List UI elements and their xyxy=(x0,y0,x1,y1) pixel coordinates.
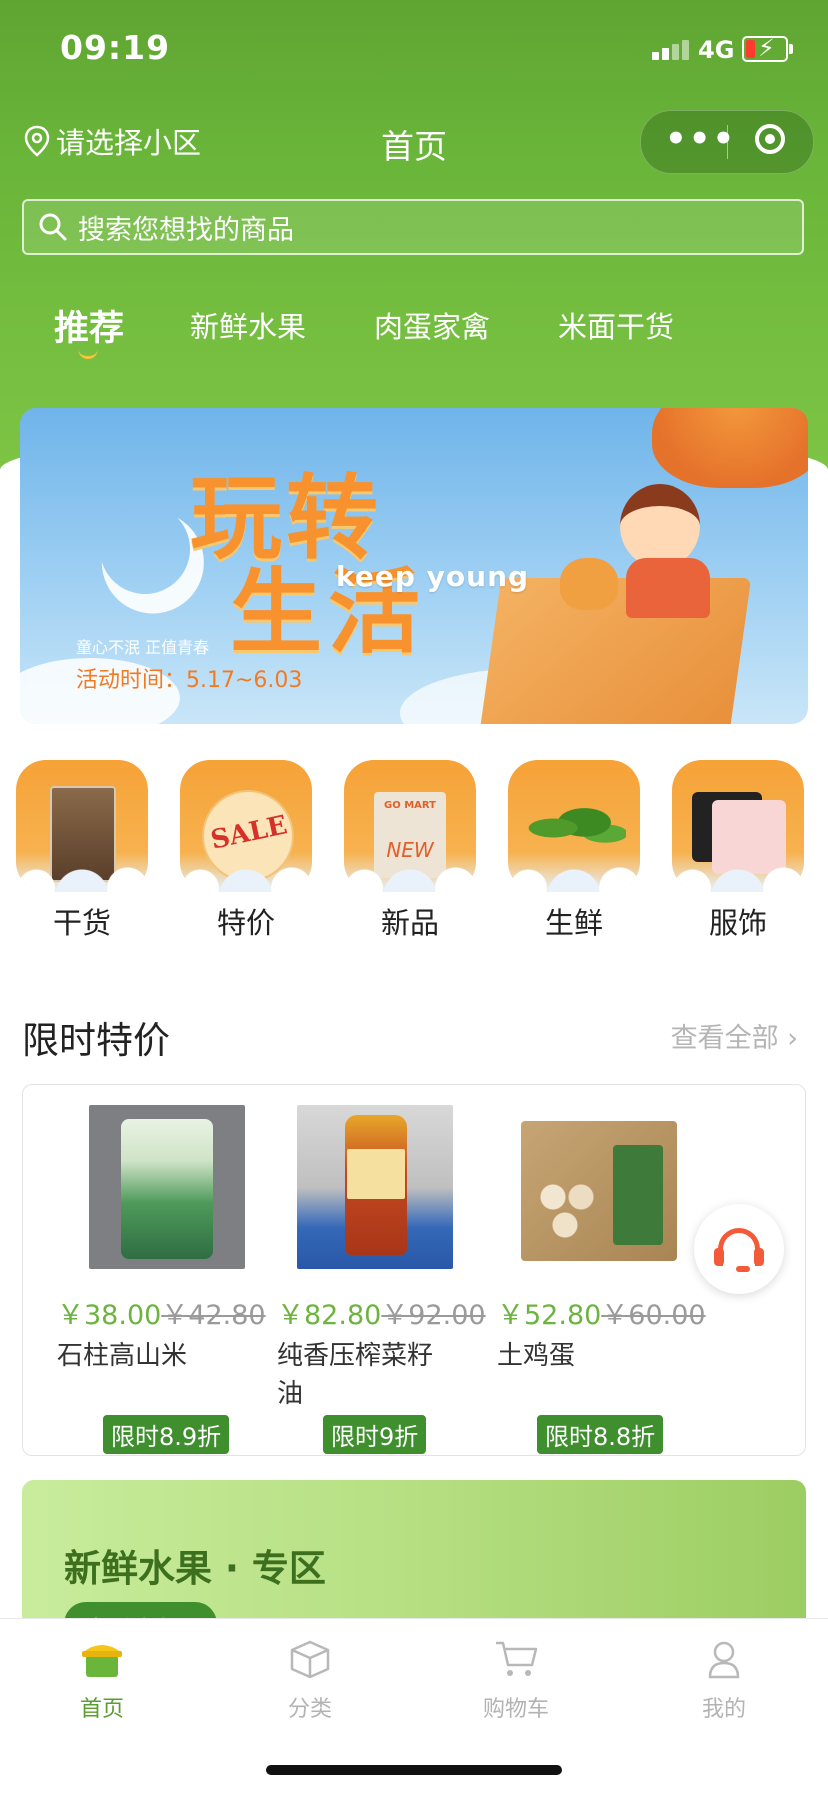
flash-sale-title: 限时特价 xyxy=(22,1019,170,1062)
tab-fresh-fruit[interactable]: 新鲜水果 xyxy=(190,304,306,346)
category-label: 生鲜 xyxy=(544,906,603,940)
headset-ear xyxy=(754,1248,764,1266)
cat-illustration xyxy=(560,558,618,610)
tab-grains[interactable]: 米面干货 xyxy=(558,304,674,346)
tabbar-profile[interactable]: 我的 xyxy=(664,1639,784,1723)
status-time: 09:19 xyxy=(60,28,171,67)
sale-tag-icon: SALE xyxy=(180,760,312,892)
network-type: 4G xyxy=(698,36,735,64)
dried-goods-icon xyxy=(16,760,148,892)
search-placeholder: 搜索您想找的商品 xyxy=(78,214,294,246)
battery-icon: ⚡ xyxy=(742,34,793,62)
bag-text: GO MART xyxy=(384,800,436,811)
category-grid: 干货 SALE 特价 GO MART NEW 新品 生鲜 服饰 xyxy=(0,760,828,940)
tshirt-icon xyxy=(672,760,804,892)
signal-icon xyxy=(652,38,689,60)
category-label: 特价 xyxy=(216,906,275,940)
headset-ear xyxy=(714,1248,724,1266)
category-dried-goods[interactable]: 干货 xyxy=(16,760,148,942)
product-image xyxy=(89,1105,245,1269)
active-tab-indicator xyxy=(78,346,98,359)
tab-recommend[interactable]: 推荐 xyxy=(54,300,125,359)
tabbar-label: 首页 xyxy=(79,1697,124,1722)
status-bar: 09:19 4G ⚡ xyxy=(0,0,828,100)
flash-sale-card: ￥38.00￥42.80 石柱高山米 限时8.9折 ￥82.80￥92.00 纯… xyxy=(22,1084,806,1456)
product-name: 纯香压榨菜籽油 xyxy=(277,1341,434,1409)
banner-subtitle: 童心不泯 正值青春 xyxy=(76,638,210,657)
box-icon xyxy=(288,1639,332,1679)
new-bag-icon: GO MART NEW xyxy=(344,760,476,892)
old-price: ￥42.80 xyxy=(161,1300,266,1331)
product-price: ￥38.00￥42.80 xyxy=(57,1293,266,1332)
customer-service-button[interactable] xyxy=(694,1204,784,1294)
banner-headline-2: 生活 xyxy=(230,558,427,666)
miniapp-capsule: ••• xyxy=(640,110,814,174)
current-price: ￥82.80 xyxy=(277,1300,382,1331)
new-text: NEW xyxy=(386,838,434,862)
current-price: ￥52.80 xyxy=(497,1300,602,1331)
banner-date: 活动时间：5.17~6.03 xyxy=(76,668,303,693)
discount-badge: 限时9折 xyxy=(323,1415,427,1454)
smile-moon-icon xyxy=(87,491,202,606)
hot-air-balloon xyxy=(652,408,808,488)
current-price: ￥38.00 xyxy=(57,1300,162,1331)
discount-badge: 限时8.9折 xyxy=(103,1415,230,1454)
category-label: 干货 xyxy=(52,906,111,940)
view-all-link[interactable]: 查看全部 › xyxy=(671,1016,798,1055)
balloon-box xyxy=(478,578,752,724)
tabbar-label: 分类 xyxy=(287,1697,332,1722)
tab-label: 推荐 xyxy=(54,309,125,349)
product-price: ￥82.80￥92.00 xyxy=(277,1293,486,1332)
tab-meat-eggs[interactable]: 肉蛋家禽 xyxy=(374,304,490,346)
zone-title: 新鲜水果 · 专区 xyxy=(64,1547,326,1590)
category-tabs: 推荐 新鲜水果 肉蛋家禽 米面干货 xyxy=(0,300,828,370)
category-apparel[interactable]: 服饰 xyxy=(672,760,804,942)
product-image xyxy=(517,1105,683,1269)
tabbar-label: 购物车 xyxy=(482,1697,549,1722)
product-price: ￥52.80￥60.00 xyxy=(497,1293,706,1332)
tabbar-cart[interactable]: 购物车 xyxy=(456,1639,576,1723)
capsule-divider xyxy=(727,125,728,159)
tabbar-home[interactable]: 首页 xyxy=(42,1639,162,1723)
tabbar-label: 我的 xyxy=(701,1697,746,1722)
user-icon xyxy=(702,1639,746,1679)
promo-banner[interactable]: 玩转 生活 keep young 童心不泯 正值青春 活动时间：5.17~6.0… xyxy=(20,408,808,724)
kid-body xyxy=(626,558,710,618)
category-new[interactable]: GO MART NEW 新品 xyxy=(344,760,476,942)
cart-icon xyxy=(494,1639,538,1679)
close-target-icon[interactable] xyxy=(755,124,785,154)
product-image xyxy=(297,1105,453,1269)
discount-badge: 限时8.8折 xyxy=(537,1415,664,1454)
old-price: ￥60.00 xyxy=(601,1300,706,1331)
tabbar-category[interactable]: 分类 xyxy=(250,1639,370,1723)
vegetables-icon xyxy=(508,760,640,892)
category-label: 服饰 xyxy=(708,906,767,940)
search-input[interactable]: 搜索您想找的商品 xyxy=(22,199,804,255)
product-name: 土鸡蛋 xyxy=(497,1341,576,1371)
old-price: ￥92.00 xyxy=(381,1300,486,1331)
search-icon xyxy=(39,213,67,241)
category-label: 新品 xyxy=(380,906,439,940)
banner-slogan: keep young xyxy=(336,560,530,593)
product-name: 石柱高山米 xyxy=(57,1341,188,1371)
category-fresh[interactable]: 生鲜 xyxy=(508,760,640,942)
category-sale[interactable]: SALE 特价 xyxy=(180,760,312,942)
headset-mic xyxy=(736,1266,750,1272)
shop-icon xyxy=(80,1639,124,1679)
more-icon[interactable]: ••• xyxy=(665,119,736,159)
kid-illustration xyxy=(620,484,700,568)
home-indicator xyxy=(266,1765,562,1775)
